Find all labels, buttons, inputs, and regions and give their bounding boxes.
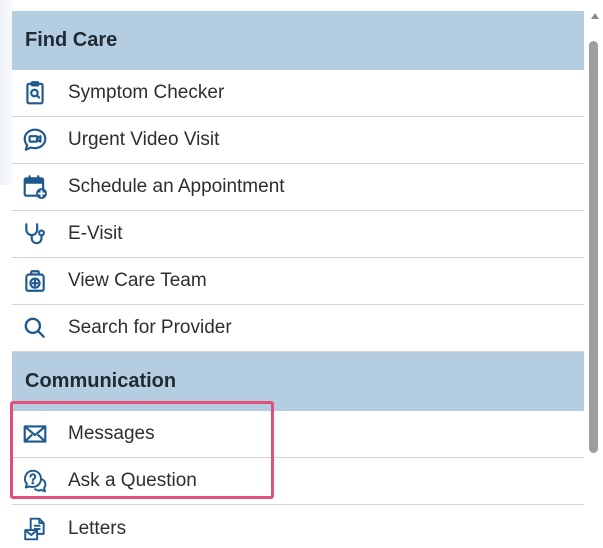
menu-item-e-visit[interactable]: E-Visit: [12, 211, 584, 258]
calendar-add-icon: [22, 174, 48, 200]
menu-item-ask-question[interactable]: Ask a Question: [12, 458, 584, 505]
section-header-find-care: Find Care: [12, 11, 584, 70]
vertical-scrollbar[interactable]: [588, 11, 602, 548]
clipboard-search-icon: [22, 80, 48, 106]
menu-item-label: View Care Team: [68, 270, 207, 291]
menu-item-schedule-appointment[interactable]: Schedule an Appointment: [12, 164, 584, 211]
section-title: Find Care: [25, 29, 118, 51]
menu-item-label: E-Visit: [68, 223, 123, 244]
menu-item-search-provider[interactable]: Search for Provider: [12, 305, 584, 352]
menu-item-letters[interactable]: Letters: [12, 505, 584, 548]
scroll-up-arrow-icon[interactable]: [591, 13, 599, 19]
search-icon: [22, 315, 48, 341]
navigation-menu: Find Care Symptom Checker Urgent Video V…: [12, 11, 584, 548]
menu-item-symptom-checker[interactable]: Symptom Checker: [12, 70, 584, 117]
question-chat-icon: [22, 468, 48, 494]
stethoscope-icon: [22, 221, 48, 247]
video-chat-icon: [22, 127, 48, 153]
envelope-icon: [22, 421, 48, 447]
scrollbar-thumb[interactable]: [589, 41, 598, 453]
menu-item-label: Urgent Video Visit: [68, 129, 220, 150]
menu-item-label: Schedule an Appointment: [68, 176, 285, 197]
letters-icon: [22, 516, 48, 542]
menu-item-messages[interactable]: Messages: [12, 411, 584, 458]
menu-item-label: Symptom Checker: [68, 82, 225, 103]
menu-item-urgent-video-visit[interactable]: Urgent Video Visit: [12, 117, 584, 164]
menu-item-view-care-team[interactable]: View Care Team: [12, 258, 584, 305]
menu-item-label: Messages: [68, 423, 155, 444]
section-header-communication: Communication: [12, 352, 584, 411]
menu-item-label: Ask a Question: [68, 470, 197, 491]
background-shade: [0, 0, 12, 185]
menu-item-label: Search for Provider: [68, 317, 232, 338]
medical-bag-icon: [22, 268, 48, 294]
section-title: Communication: [25, 370, 177, 392]
menu-item-label: Letters: [68, 517, 127, 539]
